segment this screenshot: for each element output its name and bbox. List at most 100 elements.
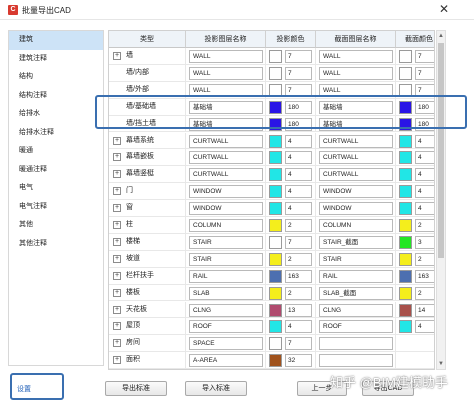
expand-toggle-icon[interactable]: + <box>113 288 121 297</box>
cut-color-index[interactable]: 4 <box>415 168 434 182</box>
expand-toggle-icon[interactable]: + <box>113 271 121 280</box>
projection-color-swatch[interactable] <box>269 83 282 97</box>
cut-color-swatch[interactable] <box>399 202 412 216</box>
cut-layer-input[interactable]: WINDOW <box>319 185 393 199</box>
cut-color-swatch[interactable] <box>399 320 412 334</box>
projection-layer-input[interactable]: CURTWALL <box>189 134 263 148</box>
cut-color-swatch[interactable] <box>399 185 412 199</box>
expand-toggle-icon[interactable]: + <box>113 322 121 331</box>
cut-color-index[interactable]: 2 <box>415 252 434 266</box>
projection-color-swatch[interactable] <box>269 219 282 232</box>
cut-color-index[interactable]: 163 <box>415 269 434 283</box>
cut-color-index[interactable]: 7 <box>415 66 434 80</box>
expand-toggle-icon[interactable]: + <box>113 339 121 348</box>
projection-layer-input[interactable]: CURTWALL <box>189 151 263 165</box>
projection-layer-input[interactable]: WALL <box>189 83 263 97</box>
cut-color-swatch[interactable] <box>399 303 412 317</box>
sidebar-item[interactable]: 暖通注释 <box>9 161 103 180</box>
projection-color-index[interactable]: 13 <box>285 303 312 317</box>
projection-layer-input[interactable]: CURTWALL <box>189 168 263 182</box>
cut-color-swatch[interactable] <box>399 286 412 300</box>
projection-color-swatch[interactable] <box>269 286 282 300</box>
projection-color-index[interactable]: 180 <box>285 117 312 131</box>
projection-layer-input[interactable]: WALL <box>189 66 263 80</box>
projection-layer-input[interactable]: WINDOW <box>189 185 263 199</box>
cut-layer-input[interactable]: 基础墙 <box>319 117 393 131</box>
scroll-up-icon[interactable]: ▲ <box>437 31 445 41</box>
projection-color-index[interactable]: 4 <box>285 202 312 216</box>
projection-color-index[interactable]: 4 <box>285 151 312 165</box>
cut-layer-input[interactable]: CLNG <box>319 303 393 317</box>
cut-color-index[interactable]: 14 <box>415 303 434 317</box>
cut-color-swatch[interactable] <box>399 269 412 283</box>
projection-layer-input[interactable]: STAIR <box>189 235 263 249</box>
projection-layer-input[interactable]: 基础墙 <box>189 100 263 114</box>
close-icon[interactable]: ✕ <box>439 2 449 16</box>
expand-toggle-icon[interactable]: + <box>113 221 121 229</box>
cut-color-swatch[interactable] <box>399 100 412 114</box>
projection-color-index[interactable]: 2 <box>285 219 312 232</box>
cut-color-swatch[interactable] <box>399 252 412 266</box>
projection-color-swatch[interactable] <box>269 168 282 182</box>
sidebar-item[interactable]: 其他 <box>9 216 103 235</box>
projection-color-index[interactable]: 7 <box>285 83 312 97</box>
projection-layer-input[interactable]: A-AREA <box>189 354 263 368</box>
cut-color-index[interactable]: 2 <box>415 286 434 300</box>
settings-link[interactable]: 设置 <box>17 384 31 394</box>
cut-layer-input[interactable]: CURTWALL <box>319 151 393 165</box>
cut-color-index[interactable]: 4 <box>415 185 434 199</box>
vertical-scrollbar[interactable]: ▲ ▼ <box>436 30 446 370</box>
cut-color-index[interactable]: 180 <box>415 117 434 131</box>
cut-layer-input[interactable]: WALL <box>319 83 393 97</box>
projection-color-index[interactable]: 2 <box>285 252 312 266</box>
projection-color-swatch[interactable] <box>269 117 282 131</box>
cut-layer-input[interactable]: STAIR <box>319 252 393 266</box>
projection-color-index[interactable]: 7 <box>285 235 312 249</box>
projection-color-index[interactable]: 7 <box>285 50 312 63</box>
projection-color-swatch[interactable] <box>269 185 282 199</box>
expand-toggle-icon[interactable]: + <box>113 52 121 60</box>
expand-toggle-icon[interactable]: + <box>113 153 121 162</box>
projection-color-index[interactable]: 4 <box>285 320 312 334</box>
cut-color-swatch[interactable] <box>399 168 412 182</box>
projection-color-swatch[interactable] <box>269 303 282 317</box>
scroll-down-icon[interactable]: ▼ <box>437 359 445 369</box>
cut-layer-input[interactable]: WALL <box>319 50 393 63</box>
cut-color-swatch[interactable] <box>399 83 412 97</box>
cut-layer-input[interactable]: CURTWALL <box>319 134 393 148</box>
projection-color-swatch[interactable] <box>269 235 282 249</box>
projection-layer-input[interactable]: WALL <box>189 50 263 63</box>
cut-color-index[interactable]: 180 <box>415 100 434 114</box>
cut-color-swatch[interactable] <box>399 134 412 148</box>
sidebar-item[interactable]: 暖通 <box>9 142 103 161</box>
cut-layer-input[interactable]: RAIL <box>319 269 393 283</box>
expand-toggle-icon[interactable]: + <box>113 136 121 145</box>
cut-color-swatch[interactable] <box>399 219 412 232</box>
projection-color-swatch[interactable] <box>269 50 282 63</box>
sidebar-item[interactable]: 结构 <box>9 68 103 87</box>
projection-color-swatch[interactable] <box>269 151 282 165</box>
scroll-thumb[interactable] <box>438 43 444 258</box>
projection-layer-input[interactable]: SLAB <box>189 286 263 300</box>
cut-color-swatch[interactable] <box>399 117 412 131</box>
projection-color-index[interactable]: 7 <box>285 337 312 351</box>
projection-layer-input[interactable]: CLNG <box>189 303 263 317</box>
projection-color-swatch[interactable] <box>269 354 282 368</box>
projection-color-swatch[interactable] <box>269 269 282 283</box>
projection-layer-input[interactable]: COLUMN <box>189 219 263 232</box>
projection-color-index[interactable]: 7 <box>285 66 312 80</box>
cut-layer-input[interactable]: SLAB_截面 <box>319 286 393 300</box>
sidebar-item[interactable]: 电气注释 <box>9 198 103 217</box>
projection-color-index[interactable]: 180 <box>285 100 312 114</box>
cut-color-index[interactable]: 7 <box>415 83 434 97</box>
projection-layer-input[interactable]: STAIR <box>189 252 263 266</box>
cut-layer-input[interactable]: CURTWALL <box>319 168 393 182</box>
cut-color-index[interactable]: 4 <box>415 202 434 216</box>
cut-color-index[interactable]: 4 <box>415 134 434 148</box>
cut-layer-input[interactable]: ROOF <box>319 320 393 334</box>
projection-layer-input[interactable]: 基础墙 <box>189 117 263 131</box>
sidebar-item[interactable]: 电气 <box>9 179 103 198</box>
expand-toggle-icon[interactable]: + <box>113 204 121 213</box>
sidebar-item[interactable]: 其他注释 <box>9 235 103 254</box>
projection-layer-input[interactable]: SPACE <box>189 337 263 351</box>
